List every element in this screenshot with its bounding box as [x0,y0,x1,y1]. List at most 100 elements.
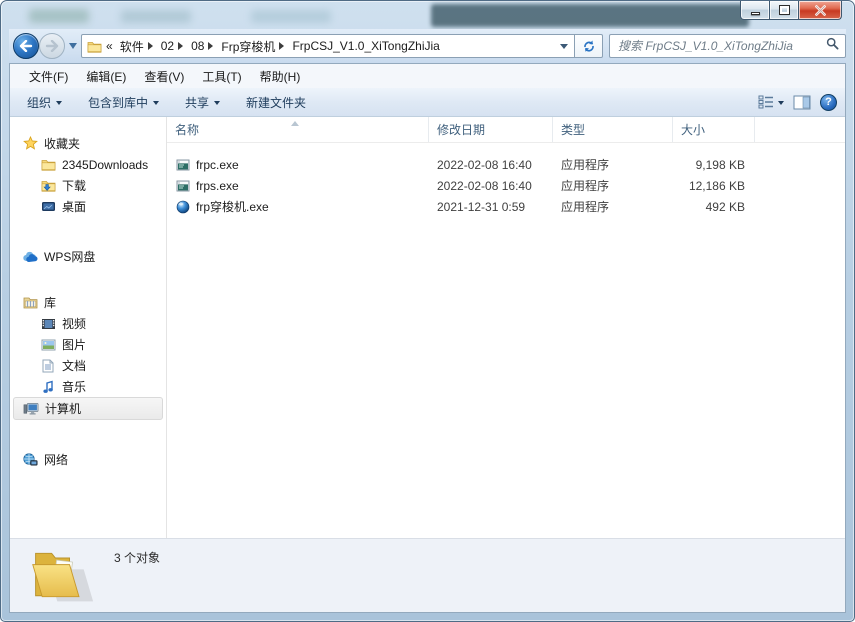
file-row-frpc[interactable]: frpc.exe 2022-02-08 16:40 应用程序 9,198 KB [167,154,845,175]
sidebar-item-network[interactable]: 网络 [10,449,166,470]
application-icon [175,178,191,194]
back-arrow-icon [19,40,33,52]
file-list-pane: 名称 修改日期 类型 大小 [167,117,845,538]
menu-tools[interactable]: 工具(T) [193,65,250,88]
column-date-label: 修改日期 [437,121,485,138]
explorer-window: « 软件 02 08 Frp穿梭机 FrpCSJ_V1.0_XiTongZhiJ… [0,0,855,622]
forward-button[interactable] [39,33,65,59]
details-pane: 3 个对象 [10,538,845,612]
file-rows: frpc.exe 2022-02-08 16:40 应用程序 9,198 KB … [167,143,845,217]
recent-pages-dropdown[interactable] [69,43,77,53]
column-header-name[interactable]: 名称 [167,117,429,142]
organize-label: 组织 [27,94,51,111]
address-bar[interactable]: « 软件 02 08 Frp穿梭机 FrpCSJ_V1.0_XiTongZhiJ… [81,34,575,58]
sidebar-item-computer[interactable]: 计算机 [13,397,163,420]
folder-icon [40,157,56,173]
sidebar-item-2345downloads[interactable]: 2345Downloads [10,154,166,175]
search-box [609,34,846,58]
back-button[interactable] [13,33,39,59]
file-name: frps.exe [196,179,239,193]
breadcrumb-segment[interactable]: 02 [158,39,177,53]
sidebar-group-favorites[interactable]: 收藏夹 [10,133,166,154]
background-blur-blob [251,10,331,23]
file-name: frp穿梭机.exe [196,198,269,215]
breadcrumb-separator-icon[interactable] [279,42,288,50]
column-header-size[interactable]: 大小 [673,117,755,142]
preview-pane-button[interactable] [793,95,811,110]
network-icon [22,452,38,468]
share-button[interactable]: 共享 [176,90,229,115]
menu-bar: 文件(F) 编辑(E) 查看(V) 工具(T) 帮助(H) [10,64,845,88]
column-size-label: 大小 [681,121,705,138]
sidebar-group-libraries[interactable]: 库 [10,292,166,313]
close-icon [815,5,826,16]
address-folder-icon [86,38,102,54]
maximize-button[interactable] [770,1,799,20]
document-icon [40,358,56,374]
sidebar-item-documents[interactable]: 文档 [10,355,166,376]
refresh-button[interactable] [575,34,603,58]
file-row-frp-chuansuoji[interactable]: frp穿梭机.exe 2021-12-31 0:59 应用程序 492 KB [167,196,845,217]
file-row-frps[interactable]: frps.exe 2022-02-08 16:40 应用程序 12,186 KB [167,175,845,196]
menu-view[interactable]: 查看(V) [135,65,193,88]
libraries-icon [22,295,38,311]
chevron-down-icon [56,101,62,108]
file-size: 492 KB [673,200,755,214]
menu-edit[interactable]: 编辑(E) [77,65,135,88]
breadcrumb-separator-icon[interactable] [208,42,217,50]
sidebar-item-label: 网络 [44,451,68,468]
include-in-library-label: 包含到库中 [88,94,148,111]
include-in-library-button[interactable]: 包含到库中 [79,90,168,115]
sidebar-item-label: 下载 [62,177,86,194]
search-input[interactable] [610,36,826,56]
blue-sphere-icon [175,199,191,215]
navigation-bar: « 软件 02 08 Frp穿梭机 FrpCSJ_V1.0_XiTongZhiJ… [9,29,846,63]
breadcrumb-segment[interactable]: FrpCSJ_V1.0_XiTongZhiJia [289,39,442,53]
main-area: 收藏夹 2345Downloads 下载 [10,117,845,538]
sidebar-item-music[interactable]: 音乐 [10,376,166,397]
sidebar-item-label: 图片 [62,336,86,353]
music-icon [40,379,56,395]
breadcrumb-segment[interactable]: 软件 [117,38,147,55]
views-button[interactable] [758,95,784,109]
sidebar-item-downloads[interactable]: 下载 [10,175,166,196]
file-type: 应用程序 [553,156,673,173]
file-date: 2022-02-08 16:40 [429,158,553,172]
organize-button[interactable]: 组织 [18,90,71,115]
title-bar[interactable] [1,1,854,29]
views-icon [758,95,775,109]
address-dropdown-icon[interactable] [560,44,568,53]
background-blur-blob [121,10,191,23]
video-icon [40,316,56,332]
forward-arrow-icon [45,40,59,52]
column-name-label: 名称 [175,121,199,138]
menu-help[interactable]: 帮助(H) [251,65,310,88]
download-folder-icon [40,178,56,194]
new-folder-button[interactable]: 新建文件夹 [237,90,315,115]
breadcrumb-separator-icon[interactable] [178,42,187,50]
column-header-empty[interactable] [755,117,845,142]
column-header-row: 名称 修改日期 类型 大小 [167,117,845,143]
column-header-date[interactable]: 修改日期 [429,117,553,142]
help-button[interactable]: ? [820,94,837,111]
sidebar-item-videos[interactable]: 视频 [10,313,166,334]
sidebar-item-label: 文档 [62,357,86,374]
menu-file[interactable]: 文件(F) [20,65,77,88]
chevron-down-icon [778,101,784,108]
file-size: 9,198 KB [673,158,755,172]
breadcrumb-segment[interactable]: Frp穿梭机 [218,38,278,55]
search-icon[interactable] [826,37,839,55]
sidebar-item-pictures[interactable]: 图片 [10,334,166,355]
minimize-button[interactable] [740,1,770,20]
column-header-type[interactable]: 类型 [553,117,673,142]
breadcrumb-separator-icon[interactable] [148,42,157,50]
item-count-text: 3 个对象 [114,549,160,566]
close-button[interactable] [799,1,842,20]
breadcrumb-segment[interactable]: 08 [188,39,207,53]
sidebar-item-label: 音乐 [62,378,86,395]
star-icon [22,136,38,152]
breadcrumb-overflow[interactable]: « [102,39,117,53]
sidebar-item-desktop[interactable]: 桌面 [10,196,166,217]
sidebar-item-wps-cloud[interactable]: WPS网盘 [10,246,166,267]
command-toolbar: 组织 包含到库中 共享 新建文件夹 [10,88,845,117]
